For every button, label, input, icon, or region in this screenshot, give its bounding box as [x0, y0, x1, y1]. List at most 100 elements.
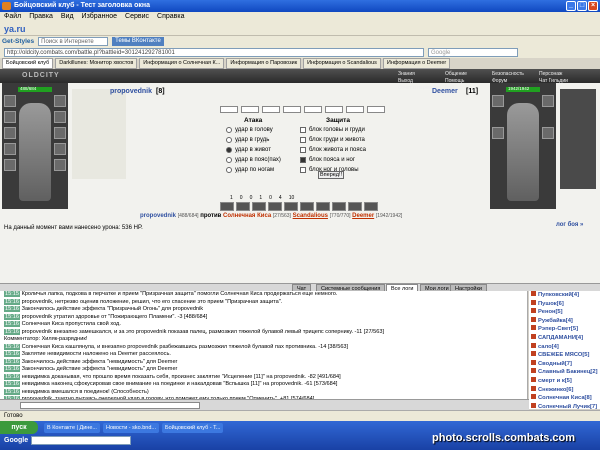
- action-icon[interactable]: [316, 202, 330, 211]
- menu-help[interactable]: Справка: [157, 12, 184, 22]
- attack-option[interactable]: удар в пояс(пах): [226, 157, 281, 163]
- ring-slot[interactable]: [54, 95, 66, 107]
- taskbar-item[interactable]: Бойцовский клуб - Т...: [162, 423, 224, 433]
- user-list-item[interactable]: Солнечная Киса[8]: [529, 394, 600, 403]
- right-player-name[interactable]: Deemer: [432, 88, 458, 95]
- spell-slot[interactable]: [283, 106, 301, 113]
- yandex-search-input[interactable]: Поиск в Интернете: [38, 37, 109, 46]
- attack-option[interactable]: удар по ногам: [226, 167, 274, 173]
- user-list-item[interactable]: Пушок[6]: [529, 299, 600, 309]
- spell-slot[interactable]: [325, 106, 343, 113]
- maximize-button[interactable]: □: [577, 1, 587, 11]
- chat-input[interactable]: [20, 402, 200, 409]
- action-icon[interactable]: [364, 202, 378, 211]
- user-name[interactable]: Ружбайка[4]: [538, 318, 573, 324]
- defense-option[interactable]: блок живота и пояса: [300, 147, 366, 153]
- game-nav-item[interactable]: Персонаж: [539, 71, 583, 77]
- attack-option[interactable]: удар в голову: [226, 127, 273, 133]
- action-icon[interactable]: [348, 202, 362, 211]
- browser-tab[interactable]: Информация о Солнечная К...: [139, 58, 225, 69]
- attack-radio[interactable]: [226, 127, 232, 133]
- user-name[interactable]: Солнечный Лучик[7]: [538, 404, 597, 409]
- google-deskbar-input[interactable]: [31, 435, 132, 445]
- user-name[interactable]: Славный Бакинец[2]: [538, 369, 598, 375]
- defense-checkbox[interactable]: [300, 157, 306, 163]
- game-nav-item[interactable]: Помощь: [445, 78, 489, 84]
- defense-option[interactable]: блок пояса и ног: [300, 157, 355, 163]
- minimize-button[interactable]: _: [566, 1, 576, 11]
- user-list-item[interactable]: Снежинко[6]: [529, 385, 600, 395]
- menu-view[interactable]: Вид: [61, 12, 74, 22]
- game-nav-item[interactable]: Выход: [398, 78, 442, 84]
- spell-slot[interactable]: [262, 106, 280, 113]
- user-name[interactable]: САПДАМАНИ[4]: [538, 335, 583, 341]
- chat-time[interactable]: 15:16: [4, 313, 20, 320]
- attack-radio[interactable]: [226, 157, 232, 163]
- spell-slot[interactable]: [304, 106, 322, 113]
- chat-time[interactable]: 15:16: [4, 381, 20, 387]
- action-icon[interactable]: [220, 202, 234, 211]
- browser-tab[interactable]: Информация о Scandalious: [303, 58, 381, 69]
- user-name[interactable]: Снежинко[6]: [538, 387, 573, 393]
- shield-slot[interactable]: [54, 127, 66, 139]
- boots-slot[interactable]: [54, 159, 66, 171]
- leggings-slot[interactable]: [54, 143, 66, 155]
- user-list-item[interactable]: Ружбайка[4]: [529, 316, 600, 326]
- user-name[interactable]: смерт и к[5]: [538, 378, 572, 384]
- user-name[interactable]: Пупковский[4]: [538, 292, 579, 298]
- amulet-slot[interactable]: [4, 111, 16, 123]
- close-button[interactable]: ×: [588, 1, 598, 11]
- user-name[interactable]: сало[4]: [538, 344, 559, 350]
- game-nav-item[interactable]: Знания: [398, 71, 442, 77]
- belt-slot[interactable]: [4, 159, 16, 171]
- battle-log-link[interactable]: лог боя »: [556, 222, 583, 228]
- attack-radio[interactable]: [226, 147, 232, 153]
- chat-time[interactable]: 15:16: [4, 298, 20, 305]
- fighter-enemy-3[interactable]: Deemer: [352, 213, 374, 219]
- chat-time[interactable]: 15:16: [4, 343, 20, 350]
- attack-option[interactable]: удар в грудь: [226, 137, 269, 143]
- attack-option[interactable]: удар в живот: [226, 147, 271, 153]
- browser-tab[interactable]: Бойцовский клуб: [2, 58, 54, 69]
- user-name[interactable]: Пушок[6]: [538, 301, 564, 307]
- chat-time[interactable]: 15:16: [4, 306, 20, 312]
- vk-themes-button[interactable]: Темы ВКонтакте: [112, 37, 164, 46]
- user-list-item[interactable]: САПДАМАНИ[4]: [529, 333, 600, 343]
- game-nav-item[interactable]: Общение: [445, 71, 489, 77]
- fighter-enemy-1[interactable]: Солнечная Киса: [223, 213, 271, 219]
- game-nav-item[interactable]: Безопасность: [492, 71, 536, 77]
- action-icon[interactable]: [236, 202, 250, 211]
- browser-tab[interactable]: Darkillunes: Монитор хвостов: [55, 58, 138, 69]
- spell-slot[interactable]: [346, 106, 364, 113]
- chat-time[interactable]: 15:15: [4, 291, 20, 297]
- defense-option[interactable]: блок головы и груди: [300, 127, 365, 133]
- get-styles-link[interactable]: Get-Styles: [2, 38, 34, 45]
- chat-time[interactable]: 15:16: [4, 366, 20, 372]
- browser-tab[interactable]: Информация о Deemer: [382, 58, 451, 69]
- google-search-input[interactable]: Google: [428, 48, 518, 57]
- user-name[interactable]: Рэпер-Свет[5]: [538, 326, 578, 332]
- menu-edit[interactable]: Правка: [29, 12, 53, 22]
- defense-option[interactable]: блок груди и живота: [300, 137, 365, 143]
- chat-time[interactable]: 15:16: [4, 321, 20, 327]
- spell-slot[interactable]: [367, 106, 385, 113]
- chat-time[interactable]: 15:16: [4, 358, 20, 365]
- chat-time[interactable]: 15:16: [4, 328, 20, 335]
- menu-favorites[interactable]: Избранное: [82, 12, 117, 22]
- menu-tools[interactable]: Сервис: [125, 12, 149, 22]
- chat-time[interactable]: 15:16: [4, 351, 20, 357]
- chat-time[interactable]: 15:16: [4, 373, 20, 380]
- action-icon[interactable]: [268, 202, 282, 211]
- action-icon[interactable]: [332, 202, 346, 211]
- user-list-item[interactable]: Сводный[7]: [529, 359, 600, 369]
- fighter-enemy-2[interactable]: Scandalious: [293, 213, 328, 219]
- armor-slot[interactable]: [4, 143, 16, 155]
- left-player-name[interactable]: propovednik: [110, 88, 152, 95]
- browser-tab[interactable]: Информация о Паровозик: [226, 58, 302, 69]
- user-name[interactable]: Сводный[7]: [538, 361, 572, 367]
- taskbar-item[interactable]: Новости - sko.bnd...: [102, 423, 159, 433]
- action-icon[interactable]: [284, 202, 298, 211]
- weapon-slot[interactable]: [4, 127, 16, 139]
- spell-slot[interactable]: [241, 106, 259, 113]
- menu-file[interactable]: Файл: [4, 12, 21, 22]
